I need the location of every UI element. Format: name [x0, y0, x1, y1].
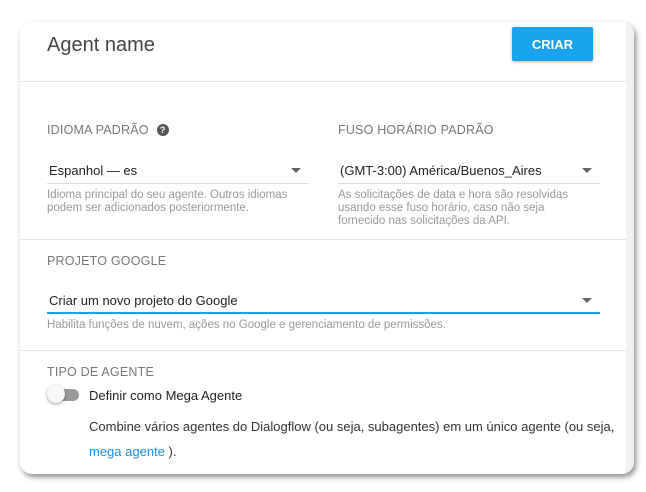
- language-select[interactable]: Espanhol — es: [47, 158, 309, 184]
- timezone-label: FUSO HORÁRIO PADRÃO: [338, 123, 494, 137]
- divider: [20, 81, 626, 82]
- create-agent-card: Agent name CRIAR IDIOMA PADRÃO? Espanhol…: [20, 22, 634, 474]
- mega-agent-link[interactable]: mega agente: [89, 444, 165, 459]
- language-label: IDIOMA PADRÃO?: [47, 123, 169, 137]
- project-value: Criar um novo projeto do Google: [49, 292, 238, 308]
- mega-agent-description: Combine vários agentes do Dialogflow (ou…: [89, 414, 619, 464]
- description-text: Combine vários agentes do Dialogflow (ou…: [89, 419, 615, 434]
- timezone-select[interactable]: (GMT-3:00) América/Buenos_Aires: [338, 158, 600, 184]
- project-label: PROJETO GOOGLE: [47, 254, 167, 268]
- create-button[interactable]: CRIAR: [512, 27, 593, 61]
- language-value: Espanhol — es: [49, 163, 138, 178]
- divider: [20, 350, 626, 351]
- scrollbar[interactable]: [626, 22, 634, 474]
- timezone-value: (GMT-3:00) América/Buenos_Aires: [340, 163, 542, 178]
- mega-agent-label: Definir como Mega Agente: [89, 388, 243, 403]
- help-icon[interactable]: ?: [156, 124, 169, 136]
- agent-type-label: TIPO DE AGENTE: [47, 365, 154, 379]
- description-suffix: ).: [164, 444, 177, 459]
- language-label-text: IDIOMA PADRÃO: [47, 123, 149, 137]
- project-helper: Habilita funções de nuvem, ações no Goog…: [47, 319, 446, 331]
- toggle-knob: [47, 385, 65, 403]
- project-select[interactable]: Criar um novo projeto do Google: [47, 288, 600, 314]
- dropdown-arrow-icon: [582, 168, 592, 173]
- mega-agent-toggle[interactable]: [47, 385, 81, 403]
- divider: [20, 239, 626, 240]
- dropdown-arrow-icon: [291, 168, 301, 173]
- dropdown-arrow-icon: [582, 297, 592, 303]
- agent-name-input[interactable]: Agent name: [47, 34, 155, 57]
- language-helper: Idioma principal do seu agente. Outros i…: [47, 189, 288, 214]
- timezone-helper: As solicitações de data e hora são resol…: [338, 189, 569, 227]
